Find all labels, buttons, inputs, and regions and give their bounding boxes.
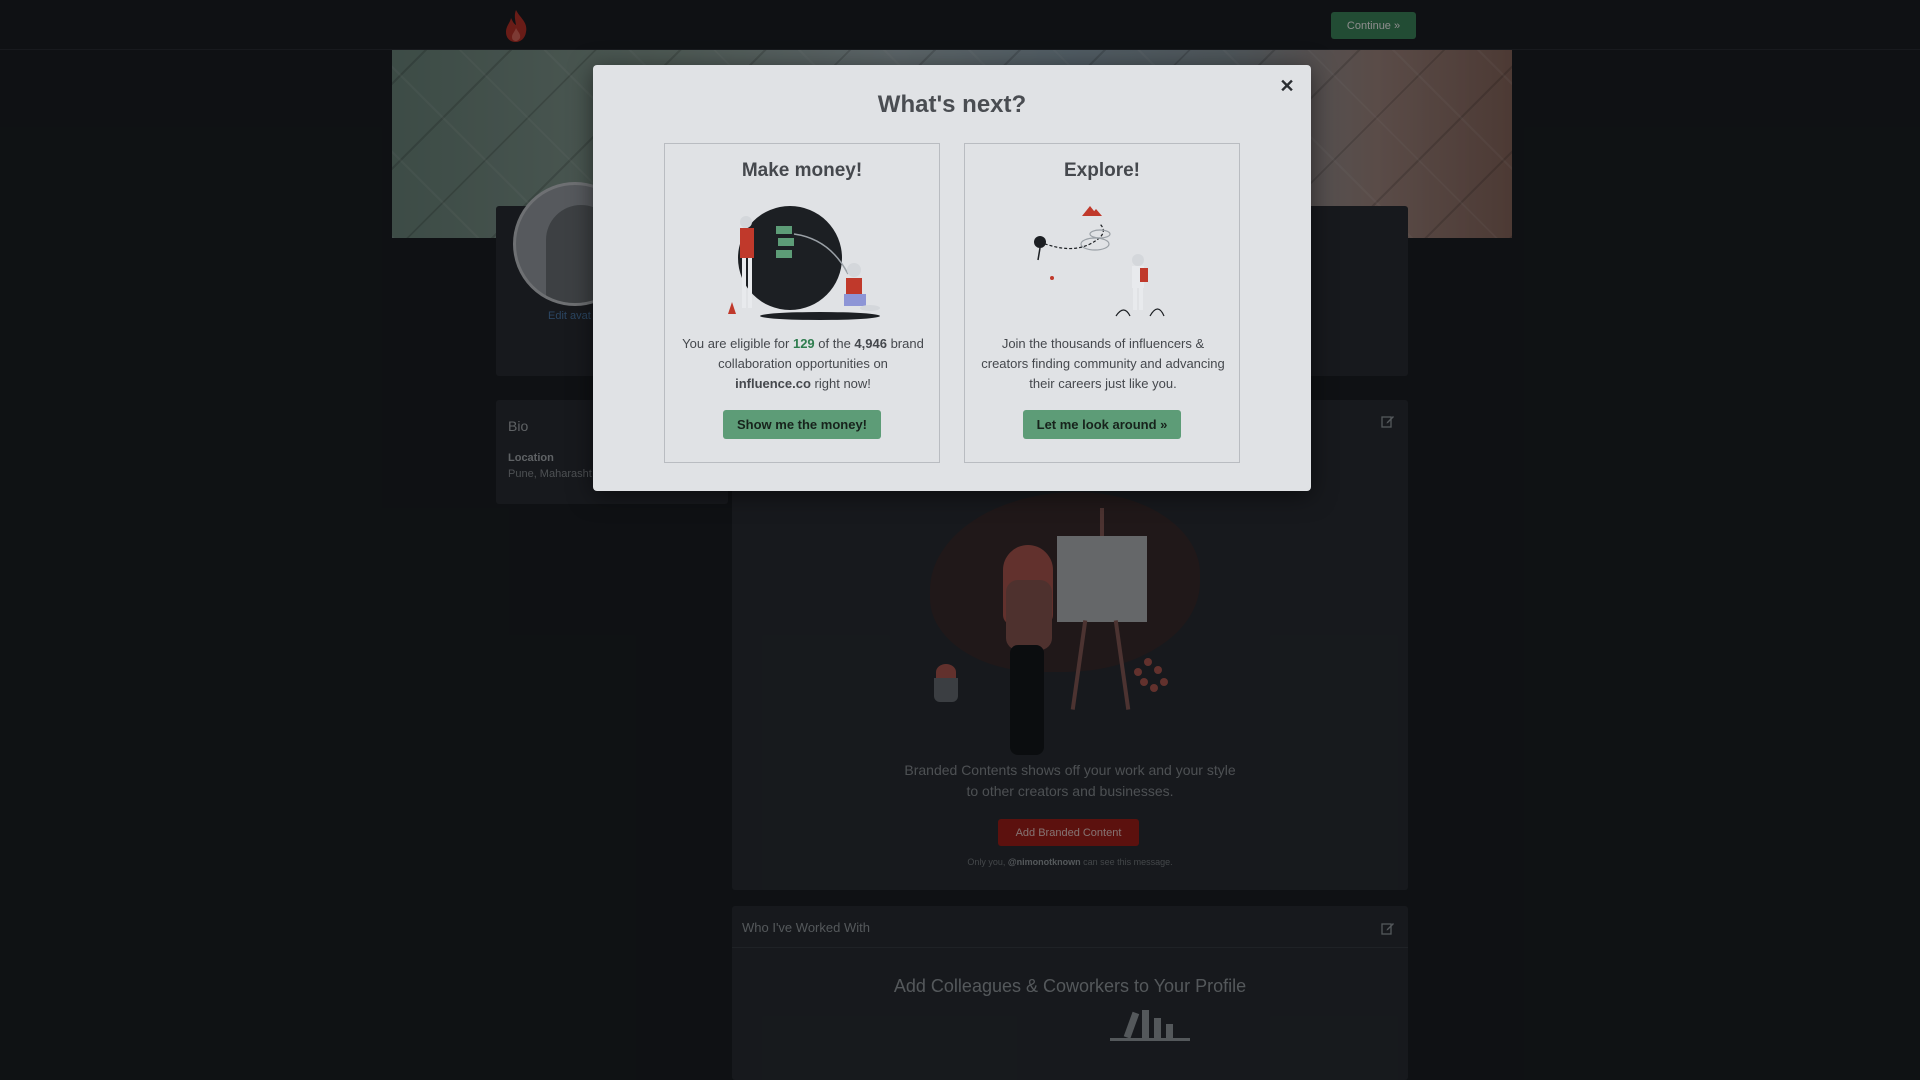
make-money-text: You are eligible for 129 of the 4,946 br…	[679, 334, 927, 394]
site-name: influence.co	[735, 376, 811, 391]
money-text-4: right now!	[810, 376, 871, 391]
close-icon[interactable]: ✕	[1277, 76, 1297, 96]
whats-next-modal: What's next? ✕ Make money! You are eligi…	[593, 65, 1311, 491]
money-text-2: of the	[814, 336, 855, 351]
explore-illustration	[1034, 206, 1165, 317]
explore-title: Explore!	[1063, 160, 1141, 181]
show-me-the-money-button[interactable]: Show me the money!	[723, 410, 881, 439]
explore-text: Join the thousands of influencers & crea…	[981, 336, 1225, 391]
money-text-1: You are eligible for	[682, 336, 793, 351]
make-money-title: Make money!	[741, 160, 863, 181]
explore-card: Explore! Join the thousands of influence…	[964, 143, 1240, 463]
eligible-count: 129	[792, 336, 815, 351]
money-illustration	[728, 206, 880, 320]
let-me-look-around-button[interactable]: Let me look around »	[1023, 410, 1181, 439]
total-count: 4,946	[854, 336, 887, 351]
make-money-card: Make money! You are eligible for 129 of …	[664, 143, 940, 463]
modal-title: What's next?	[877, 91, 1027, 118]
